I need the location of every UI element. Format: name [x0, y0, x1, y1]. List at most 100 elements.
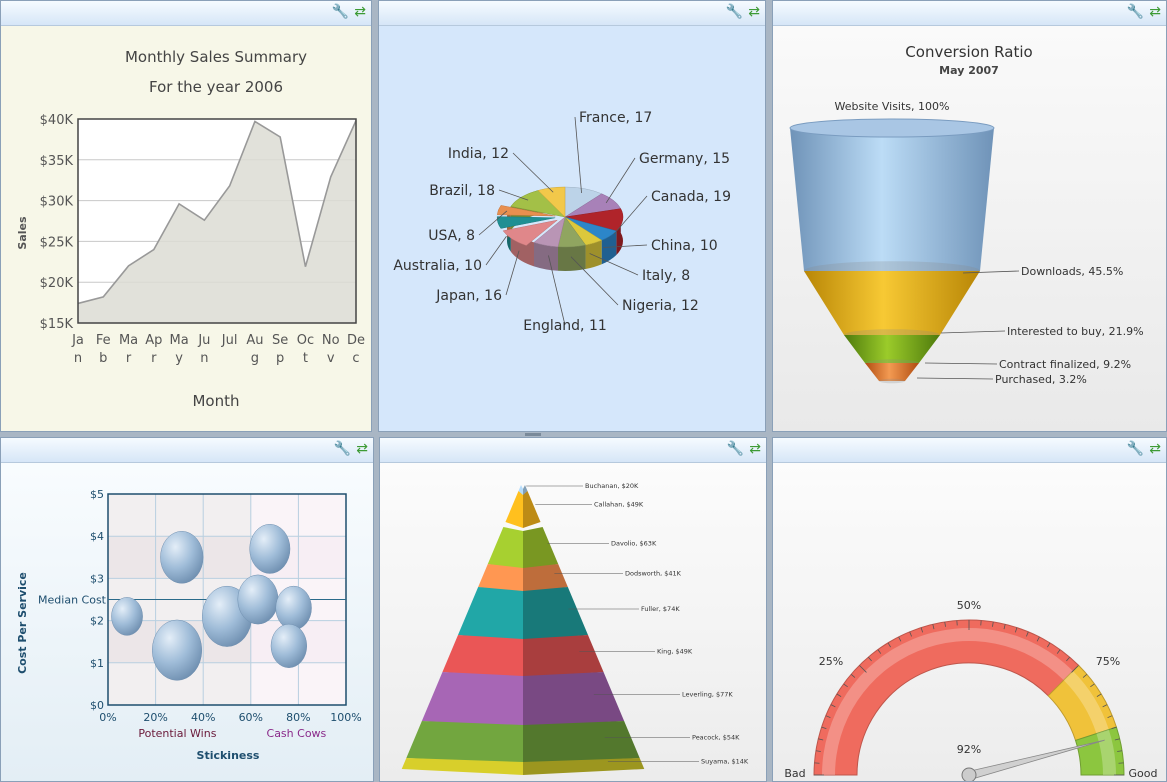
- bubble: [152, 619, 203, 681]
- x-tick-label: Oc: [297, 333, 314, 348]
- pie-label: Italy, 8: [642, 268, 690, 284]
- refresh-icon[interactable]: ⇄: [748, 4, 760, 20]
- y-tick-label: $30K: [40, 195, 74, 210]
- leader-line: [498, 189, 529, 201]
- y-tick-label: $1: [90, 657, 104, 670]
- pyramid-label: Davolio, $63K: [611, 540, 657, 548]
- y-tick-label: $25K: [40, 235, 74, 250]
- wrench-icon[interactable]: 🔧: [727, 441, 744, 457]
- x-tick-label: 60%: [239, 711, 263, 724]
- pie-label: USA, 8: [428, 228, 475, 244]
- panel-toolbar: 🔧 ⇄: [773, 438, 1166, 463]
- pyramid-label: Dodsworth, $41K: [625, 570, 682, 578]
- pyramid-label: Leverling, $77K: [682, 691, 733, 699]
- wrench-icon[interactable]: 🔧: [726, 4, 743, 20]
- pyramid-tier: [421, 672, 523, 727]
- pie-label: India, 12: [448, 146, 509, 162]
- pie-label: England, 11: [523, 318, 607, 334]
- band: [108, 494, 346, 537]
- pie-chart: France, 17 Germany, 15 Canada, 19 China, 10…: [393, 110, 731, 334]
- panel-bubble: 🔧 ⇄ Cost Per Service Stickiness 0% $0 20% $…: [0, 437, 374, 782]
- funnel-rim: [879, 378, 905, 384]
- pyramid-tier: [505, 491, 523, 528]
- x-tick-label: n: [74, 351, 82, 366]
- y-tick-label: $3: [90, 572, 104, 585]
- y-axis-label: Cost Per Service: [16, 572, 29, 674]
- funnel-top: [789, 118, 995, 138]
- x-axis-label: Month: [192, 392, 239, 410]
- bubble: [249, 524, 291, 574]
- panel-toolbar: 🔧 ⇄: [1, 438, 373, 463]
- x-tick-label: r: [126, 351, 132, 366]
- gauge-chart: 25% 50% 75% Bad Good 92%: [784, 599, 1158, 781]
- chart-title: Conversion Ratio: [905, 43, 1032, 61]
- x-tick-label: 0%: [99, 711, 116, 724]
- y-tick-label: $15K: [40, 317, 74, 332]
- refresh-icon[interactable]: ⇄: [354, 4, 366, 20]
- chart-subtitle: For the year 2006: [149, 78, 283, 96]
- refresh-icon[interactable]: ⇄: [1149, 441, 1161, 457]
- pyramid-label: Fuller, $74K: [641, 605, 680, 613]
- funnel-label: Website Visits, 100%: [835, 100, 950, 113]
- x-tick-label: No: [322, 333, 340, 348]
- y-tick-label: $20K: [40, 276, 74, 291]
- leader-line: [505, 250, 520, 296]
- x-tick-label: Jul: [221, 333, 238, 348]
- y-tick-label: $5: [90, 488, 104, 501]
- refresh-icon[interactable]: ⇄: [749, 441, 761, 457]
- y-tick-label: $35K: [40, 154, 74, 169]
- x-tick-label: Ma: [169, 333, 188, 348]
- band: [108, 662, 346, 705]
- panel-gauge: 🔧 ⇄ 25% 50% 75% Bad Good 92%: [772, 437, 1167, 782]
- x-tick-label: Au: [246, 333, 263, 348]
- x-tick-label: Ma: [119, 333, 138, 348]
- pyramid-chart: Buchanan, $20K Callahan, $49K Davolio, $63…: [401, 482, 749, 775]
- refresh-icon[interactable]: ⇄: [1149, 4, 1161, 20]
- funnel-segment: [804, 271, 980, 335]
- x-tick-label: p: [276, 351, 284, 366]
- pyramid-tier-side: [523, 527, 559, 570]
- leader-line: [574, 116, 582, 194]
- quadrant-label: Cash Cows: [267, 727, 327, 740]
- funnel-chart: Conversion Ratio May 2007 Website Visits…: [789, 43, 1144, 386]
- x-tick-label: r: [151, 351, 157, 366]
- wrench-icon[interactable]: 🔧: [334, 441, 351, 457]
- pyramid-label: King, $49K: [657, 648, 693, 656]
- gauge-tick-label: 75%: [1096, 655, 1120, 668]
- pyramid-tier-side: [523, 672, 625, 727]
- gauge-max-label: Good: [1129, 767, 1158, 780]
- x-axis-label: Stickiness: [197, 749, 260, 762]
- panel-toolbar: 🔧 ⇄: [380, 438, 766, 463]
- pyramid-tier: [442, 635, 523, 678]
- pyramid-tier-side: [523, 587, 588, 641]
- area-chart: Monthly Sales Summary For the year 2006 …: [16, 48, 365, 410]
- leader-line: [605, 157, 636, 204]
- panel-sales: 🔧 ⇄ Monthly Sales Summary For the year 2…: [0, 0, 372, 432]
- panel-toolbar: 🔧 ⇄: [379, 1, 765, 26]
- leader-line: [940, 330, 1006, 334]
- bubble: [275, 585, 312, 630]
- pyramid-label: Buchanan, $20K: [585, 482, 639, 490]
- quadrant-label: Potential Wins: [138, 727, 216, 740]
- x-tick-label: t: [303, 351, 308, 366]
- pyramid-tier-side: [523, 635, 604, 678]
- x-tick-label: g: [251, 351, 259, 366]
- y-axis-label: Sales: [16, 216, 29, 250]
- funnel-label: Downloads, 45.5%: [1021, 265, 1123, 278]
- pie-label: Germany, 15: [639, 151, 730, 167]
- pyramid-label: Peacock, $54K: [692, 734, 740, 742]
- pyramid-tier: [487, 527, 523, 570]
- leader-line: [916, 377, 994, 380]
- x-tick-label: c: [352, 351, 359, 366]
- splitter-handle[interactable]: [525, 433, 541, 436]
- bubble-chart: Cost Per Service Stickiness 0%$0 20% $1 40%…: [16, 488, 362, 762]
- pyramid-tier: [458, 587, 523, 641]
- wrench-icon[interactable]: 🔧: [1127, 441, 1144, 457]
- wrench-icon[interactable]: 🔧: [1127, 4, 1144, 20]
- pie-label: Nigeria, 12: [622, 298, 699, 314]
- panel-funnel: 🔧 ⇄ Conversion Ratio May 2007 Website Vi…: [772, 0, 1167, 432]
- refresh-icon[interactable]: ⇄: [356, 441, 368, 457]
- gauge-tick-label: 25%: [819, 655, 843, 668]
- wrench-icon[interactable]: 🔧: [332, 4, 349, 20]
- bubble: [111, 597, 143, 636]
